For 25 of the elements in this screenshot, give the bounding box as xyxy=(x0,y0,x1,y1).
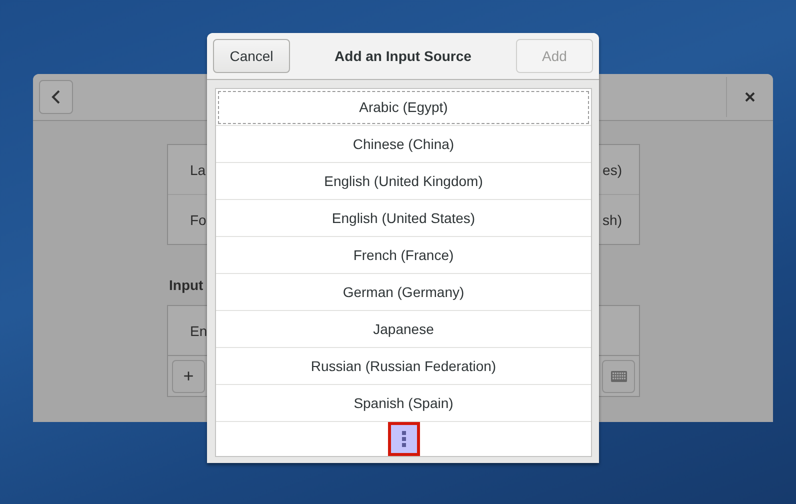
row-label: En xyxy=(190,322,208,338)
keyboard-icon xyxy=(610,370,626,382)
back-icon xyxy=(51,90,61,104)
more-icon xyxy=(402,431,406,447)
row-value: es) xyxy=(602,162,622,178)
language-item[interactable]: Japanese xyxy=(216,311,591,348)
row-label: La xyxy=(190,162,206,178)
section-heading: Input xyxy=(169,277,204,293)
language-item[interactable]: Spanish (Spain) xyxy=(216,385,591,422)
keyboard-button[interactable] xyxy=(602,360,635,392)
language-item[interactable]: French (France) xyxy=(216,237,591,274)
dialog-title: Add an Input Source xyxy=(334,48,472,64)
back-button[interactable] xyxy=(39,80,73,114)
close-icon xyxy=(745,92,755,102)
language-item[interactable]: German (Germany) xyxy=(216,274,591,311)
language-item[interactable]: Chinese (China) xyxy=(216,126,591,163)
more-button[interactable] xyxy=(388,422,420,456)
language-item[interactable]: English (United States) xyxy=(216,200,591,237)
language-item[interactable]: Arabic (Egypt) xyxy=(216,89,591,126)
row-value: sh) xyxy=(602,212,622,228)
add-button[interactable]: + xyxy=(172,360,205,392)
cancel-button[interactable]: Cancel xyxy=(213,39,290,73)
row-label: Fo xyxy=(190,212,206,228)
language-item[interactable]: English (United Kingdom) xyxy=(216,163,591,200)
language-item[interactable]: Russian (Russian Federation) xyxy=(216,348,591,385)
